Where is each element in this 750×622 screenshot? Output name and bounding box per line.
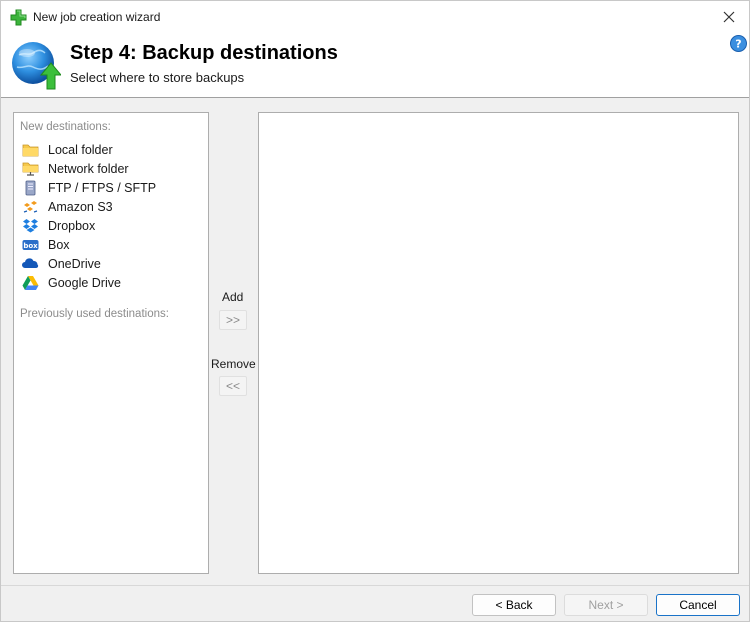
step-title: Step 4: Backup destinations [70,42,338,64]
dest-onedrive[interactable]: OneDrive [22,255,202,273]
remove-button[interactable]: << [219,376,247,396]
dest-dropbox[interactable]: Dropbox [22,217,202,235]
add-button[interactable]: >> [219,310,247,330]
window-title: New job creation wizard [33,10,161,24]
close-button[interactable] [715,4,743,30]
wizard-window: New job creation wizard Step 4: Backup d… [0,0,750,622]
cancel-button[interactable]: Cancel [656,594,740,616]
dest-label: Google Drive [48,276,121,290]
dest-label: OneDrive [48,257,101,271]
folder-icon [22,142,39,158]
next-button[interactable]: Next > [564,594,648,616]
step-subtitle: Select where to store backups [70,70,245,85]
dest-local-folder[interactable]: Local folder [22,141,202,159]
dest-label: Amazon S3 [48,200,113,214]
back-button[interactable]: < Back [472,594,556,616]
dropbox-icon [22,218,39,234]
google-drive-icon [22,275,39,291]
onedrive-icon [22,256,39,272]
wizard-header: Step 4: Backup destinations Select where… [1,33,749,98]
ftp-server-icon [22,180,39,196]
dest-label: Network folder [48,162,129,176]
dest-google-drive[interactable]: Google Drive [22,274,202,292]
footer-divider [1,585,749,586]
svg-text:?: ? [735,38,741,51]
dest-label: FTP / FTPS / SFTP [48,181,157,195]
new-destinations-label: New destinations: [20,121,111,133]
help-icon[interactable]: ? [730,35,747,52]
destinations-source-list[interactable]: New destinations: Local folder Network f… [13,112,209,574]
dest-box[interactable]: box Box [22,236,202,254]
globe-upload-icon [12,42,61,90]
dest-amazon-s3[interactable]: Amazon S3 [22,198,202,216]
add-label: Add [222,290,244,304]
close-icon [723,11,735,23]
dest-label: Box [48,238,70,252]
svg-text:box: box [23,242,38,250]
amazon-s3-icon [22,199,39,215]
title-bar: New job creation wizard [1,1,749,33]
selected-destinations-list[interactable] [258,112,739,574]
box-icon: box [22,237,39,253]
dest-label: Dropbox [48,219,96,233]
network-folder-icon [22,161,39,177]
green-plus-icon [10,9,27,26]
dest-ftp[interactable]: FTP / FTPS / SFTP [22,179,202,197]
dest-label: Local folder [48,143,113,157]
previous-destinations-label: Previously used destinations: [20,308,169,320]
remove-label: Remove [211,357,256,371]
dest-network-folder[interactable]: Network folder [22,160,202,178]
